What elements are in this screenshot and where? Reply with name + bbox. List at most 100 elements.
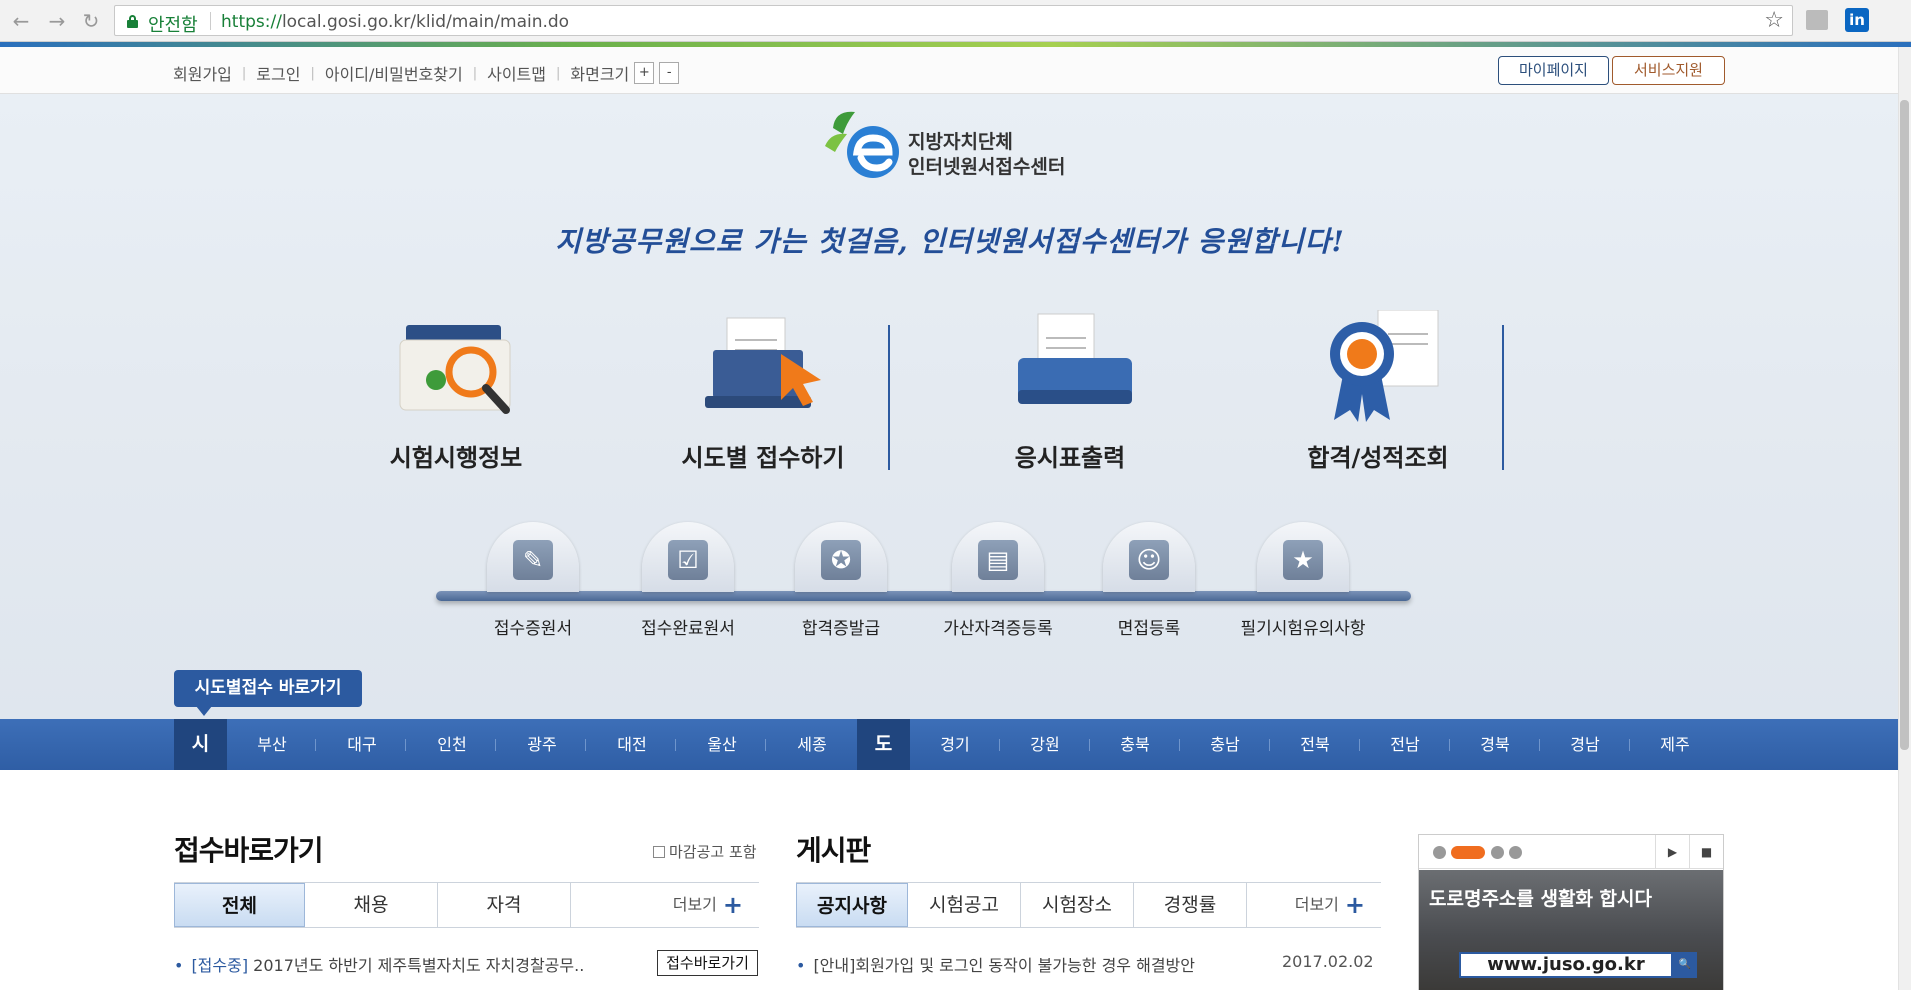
- main-menu-exam-info[interactable]: 시험시행정보: [356, 310, 556, 480]
- play-icon[interactable]: ▶: [1655, 835, 1689, 869]
- back-icon[interactable]: ←: [8, 8, 34, 34]
- url-path: /klid/main/main.do: [410, 12, 570, 32]
- region-city-label: 시: [174, 719, 227, 770]
- tab-exam-announce[interactable]: 시험공고: [908, 883, 1021, 927]
- sub-menu-dome: ★: [1257, 522, 1349, 592]
- main-menu-label: 시도별 접수하기: [681, 444, 845, 472]
- sub-menu-completed[interactable]: ☑ 접수완료원서: [618, 522, 758, 639]
- list-item-text: [안내]회원가입 및 로그인 동작이 불가능한 경우 해결방안: [813, 956, 1195, 975]
- zoom-in-button[interactable]: +: [634, 62, 655, 84]
- banner-dot[interactable]: [1433, 846, 1446, 859]
- sub-menu-dome: ✎: [487, 522, 579, 592]
- sub-menu-written-notice[interactable]: ★ 필기시험유의사항: [1233, 522, 1373, 639]
- bookmark-star-icon[interactable]: ☆: [1764, 8, 1784, 33]
- region-jeonnam[interactable]: 전남: [1360, 719, 1450, 770]
- sitemap-link[interactable]: 사이트맵: [487, 61, 546, 85]
- sub-menu-label: 접수완료원서: [641, 619, 735, 639]
- sub-menu-label: 면접등록: [1117, 619, 1181, 639]
- banner-search-box: www.juso.go.kr: [1459, 952, 1673, 978]
- sub-menu-certificate[interactable]: ✪ 합격증발급: [771, 522, 911, 639]
- find-account-link[interactable]: 아이디/비밀번호찾기: [325, 61, 463, 85]
- menu-divider: [888, 325, 890, 470]
- region-chungbuk[interactable]: 충북: [1090, 719, 1180, 770]
- banner-title: 도로명주소를 생활화 합시다: [1429, 888, 1652, 910]
- main-menu-print-admission[interactable]: 응시표출력: [970, 310, 1170, 480]
- separator: |: [241, 65, 247, 81]
- tab-hiring[interactable]: 채용: [305, 883, 438, 927]
- region-daejeon[interactable]: 대전: [587, 719, 677, 770]
- separator: |: [556, 65, 561, 81]
- board-more-link[interactable]: 더보기 +: [1247, 883, 1381, 927]
- search-icon: 🔍: [1673, 952, 1697, 978]
- zoom-out-button[interactable]: -: [659, 62, 680, 84]
- banner-dot[interactable]: [1509, 846, 1522, 859]
- region-jeonbuk[interactable]: 전북: [1270, 719, 1360, 770]
- linkedin-extension-icon[interactable]: in: [1845, 8, 1869, 32]
- stop-icon[interactable]: ■: [1689, 835, 1723, 869]
- id-card-icon: ▤: [978, 540, 1018, 580]
- extension-icon[interactable]: [1806, 10, 1828, 30]
- sub-menu-label: 합격증발급: [801, 619, 881, 639]
- tab-license[interactable]: 자격: [438, 883, 571, 927]
- apply-more-link[interactable]: 더보기 +: [571, 883, 759, 927]
- banner-image[interactable]: 도로명주소를 생활화 합시다 www.juso.go.kr 🔍: [1419, 870, 1723, 990]
- region-daegu[interactable]: 대구: [317, 719, 407, 770]
- region-gyeongbuk[interactable]: 경북: [1450, 719, 1540, 770]
- list-item[interactable]: • [안내]회원가입 및 로그인 동작이 불가능한 경우 해결방안: [796, 952, 1195, 976]
- apply-shortcut-button[interactable]: 접수바로가기: [657, 950, 758, 976]
- banner-dot-active[interactable]: [1451, 846, 1485, 859]
- region-gangwon[interactable]: 강원: [1000, 719, 1090, 770]
- sub-menu-interview[interactable]: ☺ 면접등록: [1079, 522, 1219, 639]
- bullet-icon: •: [796, 956, 806, 975]
- checkbox-icon: ☑: [668, 540, 708, 580]
- medal-icon: ✪: [821, 540, 861, 580]
- slogan: 지방공무원으로 가는 첫걸음, 인터넷원서접수센터가 응원합니다!: [555, 225, 1345, 258]
- sub-menu-bonus-license[interactable]: ▤ 가산자격증등록: [928, 522, 1068, 639]
- include-closed-checkbox[interactable]: 마감공고 포함: [653, 841, 757, 862]
- region-gwangju[interactable]: 광주: [497, 719, 587, 770]
- apply-tabs: 전체 채용 자격 더보기 +: [174, 882, 759, 928]
- signup-link[interactable]: 회원가입: [173, 61, 232, 85]
- url-text[interactable]: https://local.gosi.go.kr/klid/main/main.…: [221, 12, 569, 32]
- folder-search-icon: [399, 325, 511, 414]
- list-item[interactable]: • [접수중] 2017년도 하반기 제주특별자치도 자치경찰공무..: [174, 952, 584, 976]
- region-gyeongnam[interactable]: 경남: [1540, 719, 1630, 770]
- pencil-icon: ✎: [513, 540, 553, 580]
- main-menu-results[interactable]: 합격/성적조회: [1278, 310, 1478, 480]
- reload-icon[interactable]: ↻: [78, 8, 104, 34]
- region-ulsan[interactable]: 울산: [677, 719, 767, 770]
- banner-dot[interactable]: [1491, 846, 1504, 859]
- tab-all[interactable]: 전체: [174, 883, 305, 927]
- tab-exam-location[interactable]: 시험장소: [1021, 883, 1134, 927]
- sub-menu-label: 접수증원서: [493, 619, 573, 639]
- region-sejong[interactable]: 세종: [767, 719, 857, 770]
- region-incheon[interactable]: 인천: [407, 719, 497, 770]
- checkbox-box[interactable]: [653, 845, 665, 858]
- separator: |: [472, 65, 478, 81]
- notice-date: 2017.02.02: [1282, 952, 1374, 971]
- printer-icon: [1018, 313, 1132, 404]
- region-gyeonggi[interactable]: 경기: [910, 719, 1000, 770]
- login-link[interactable]: 로그인: [256, 61, 300, 85]
- scrollbar-thumb[interactable]: [1900, 100, 1909, 750]
- sub-menu-receipt[interactable]: ✎ 접수증원서: [463, 522, 603, 639]
- region-busan[interactable]: 부산: [227, 719, 317, 770]
- logo-line2: 인터넷원서접수센터: [908, 156, 1066, 178]
- person-icon: ☺: [1129, 540, 1169, 580]
- scrollbar[interactable]: [1898, 47, 1911, 990]
- banner-carousel: ▶ ■ 도로명주소를 생활화 합시다 www.juso.go.kr 🔍: [1418, 834, 1724, 990]
- address-bar[interactable]: 안전함 https://local.gosi.go.kr/klid/main/m…: [114, 5, 1793, 36]
- region-chungnam[interactable]: 충남: [1180, 719, 1270, 770]
- sub-menu-label: 필기시험유의사항: [1240, 619, 1366, 639]
- main-menu-apply-by-region[interactable]: 시도별 접수하기: [663, 310, 863, 480]
- mypage-button[interactable]: 마이페이지: [1498, 56, 1609, 85]
- apply-section-title: 접수바로가기: [174, 834, 324, 867]
- service-support-button[interactable]: 서비스지원: [1612, 56, 1725, 85]
- forward-icon[interactable]: →: [44, 8, 70, 34]
- region-separator: [765, 739, 766, 751]
- secure-label: 안전함: [148, 15, 198, 36]
- tab-competition-rate[interactable]: 경쟁률: [1134, 883, 1247, 927]
- tab-notice[interactable]: 공지사항: [796, 883, 908, 927]
- bullet-icon: •: [174, 956, 184, 975]
- region-jeju[interactable]: 제주: [1630, 719, 1720, 770]
